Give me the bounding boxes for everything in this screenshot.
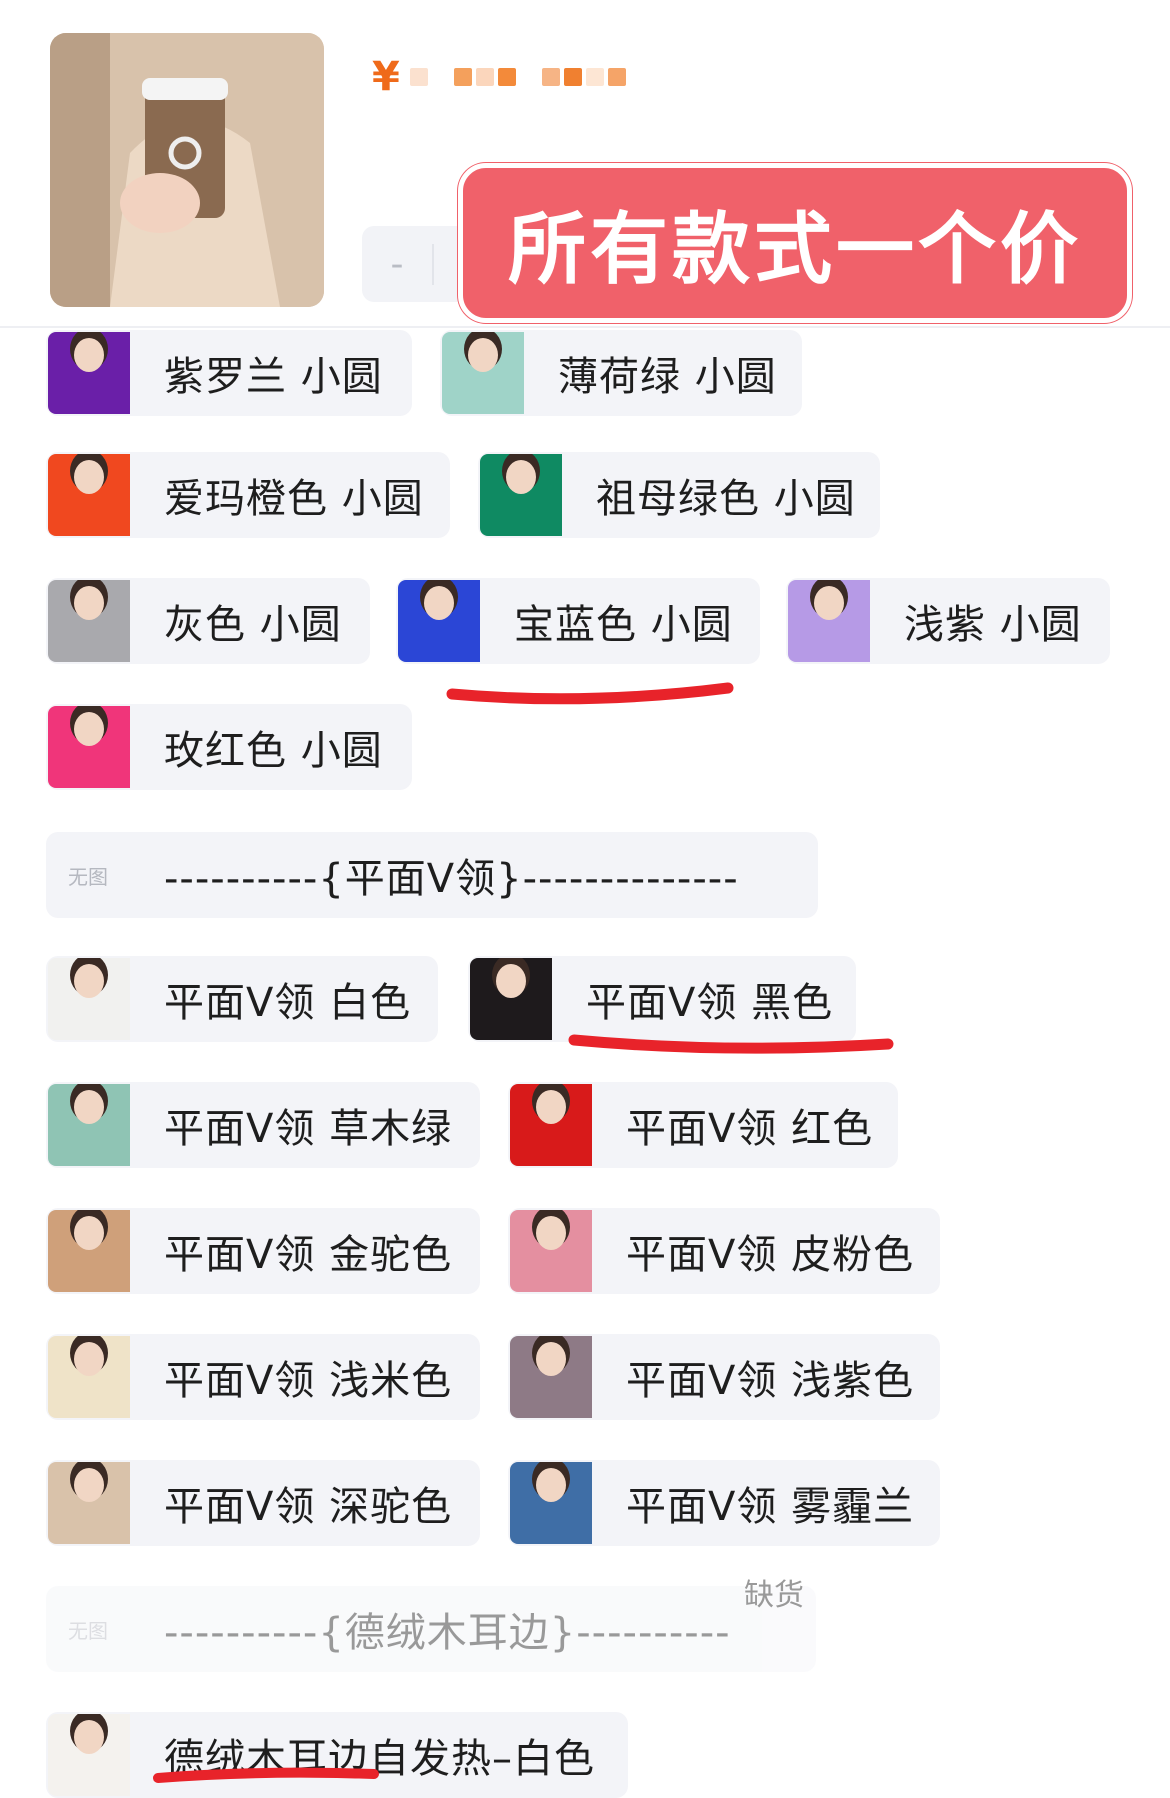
variant-label: 平面V领 草木绿 [164, 1106, 453, 1152]
variant-label: 薄荷绿 小圆 [558, 354, 777, 400]
variant-label: 爱玛橙色 小圆 [164, 476, 424, 522]
variant-thumbnail-icon [470, 958, 552, 1040]
variant-label: 平面V领 金驼色 [164, 1232, 453, 1278]
variant-chip[interactable]: 玫红色 小圆 [46, 704, 412, 790]
red-underline-mark [568, 1034, 894, 1054]
variant-thumbnail-icon [48, 1210, 130, 1292]
variant-chip[interactable]: 平面V领 白色 [46, 956, 438, 1042]
variant-chip[interactable]: 爱玛橙色 小圆 [46, 452, 450, 538]
variant-thumbnail-icon [48, 1714, 130, 1796]
variant-thumbnail-icon [48, 1462, 130, 1544]
section-separator-chip[interactable]: 无图 ----------{平面V领}-------------- [46, 832, 818, 918]
variant-label: ----------{德绒木耳边}---------- [164, 1610, 731, 1656]
variant-label: 紫罗兰 小圆 [164, 354, 383, 400]
variant-chip[interactable]: 平面V领 雾霾兰 [508, 1460, 940, 1546]
product-thumbnail[interactable] [50, 33, 324, 307]
variant-label: 平面V领 深驼色 [164, 1484, 453, 1530]
variant-thumbnail-icon [510, 1336, 592, 1418]
variant-chip[interactable]: 灰色 小圆 [46, 578, 370, 664]
decrease-button[interactable]: - [362, 244, 432, 285]
sweater-photo-icon [50, 33, 324, 307]
variant-chip[interactable]: 平面V领 草木绿 [46, 1082, 480, 1168]
variant-thumbnail-icon [48, 958, 130, 1040]
variant-label: 平面V领 浅米色 [164, 1358, 453, 1404]
section-separator-chip-sold-out: 无图 ----------{德绒木耳边}---------- [46, 1586, 816, 1672]
sold-out-badge: 缺货 [744, 1578, 804, 1613]
variant-thumbnail-icon [510, 1462, 592, 1544]
variant-label: 平面V领 黑色 [586, 980, 834, 1026]
variant-thumbnail-icon [48, 1336, 130, 1418]
variant-thumbnail-icon [788, 580, 870, 662]
variant-thumbnail-icon [48, 332, 130, 414]
variant-thumbnail-icon [48, 706, 130, 788]
variant-chip[interactable]: 平面V领 深驼色 [46, 1460, 480, 1546]
variant-label: 宝蓝色 小圆 [514, 602, 733, 648]
variant-thumbnail-icon [398, 580, 480, 662]
price-mosaic [409, 68, 626, 86]
variant-chip[interactable]: 平面V领 浅米色 [46, 1334, 480, 1420]
variant-chip[interactable]: 平面V领 红色 [508, 1082, 898, 1168]
variant-label: 玫红色 小圆 [164, 728, 383, 774]
variant-thumbnail-icon [48, 580, 130, 662]
variant-chip[interactable]: 平面V领 皮粉色 [508, 1208, 940, 1294]
variant-label: 平面V领 红色 [626, 1106, 874, 1152]
variant-thumbnail-icon [442, 332, 524, 414]
variant-label: 平面V领 白色 [164, 980, 412, 1026]
variant-thumbnail-icon [48, 454, 130, 536]
red-underline-mark [153, 1767, 379, 1783]
variant-chip[interactable]: 祖母绿色 小圆 [478, 452, 880, 538]
variant-chip[interactable]: 宝蓝色 小圆 [396, 578, 760, 664]
promo-banner: 所有款式一个价 [458, 163, 1132, 323]
variant-label: 祖母绿色 小圆 [596, 476, 856, 522]
variant-thumbnail-icon [480, 454, 562, 536]
divider [0, 326, 1170, 328]
no-image-placeholder: 无图 [68, 864, 108, 889]
price-symbol: ¥ [372, 54, 400, 100]
variant-chip[interactable]: 薄荷绿 小圆 [440, 330, 802, 416]
variant-label: 灰色 小圆 [164, 602, 342, 648]
variant-label: 平面V领 浅紫色 [626, 1358, 915, 1404]
no-image-placeholder: 无图 [68, 1618, 108, 1643]
variant-chip[interactable]: 平面V领 浅紫色 [508, 1334, 940, 1420]
price: ¥ [372, 54, 626, 100]
variant-label: 平面V领 皮粉色 [626, 1232, 915, 1278]
variant-thumbnail-icon [48, 1084, 130, 1166]
variant-thumbnail-icon [510, 1210, 592, 1292]
variant-label: 平面V领 雾霾兰 [626, 1484, 915, 1530]
red-underline-mark [446, 682, 734, 705]
variant-thumbnail-icon [510, 1084, 592, 1166]
variant-chip[interactable]: 平面V领 金驼色 [46, 1208, 480, 1294]
variant-chip[interactable]: 紫罗兰 小圆 [46, 330, 412, 416]
variant-label: ----------{平面V领}-------------- [164, 856, 739, 902]
variant-chip[interactable]: 浅紫 小圆 [786, 578, 1110, 664]
variant-label: 浅紫 小圆 [904, 602, 1082, 648]
